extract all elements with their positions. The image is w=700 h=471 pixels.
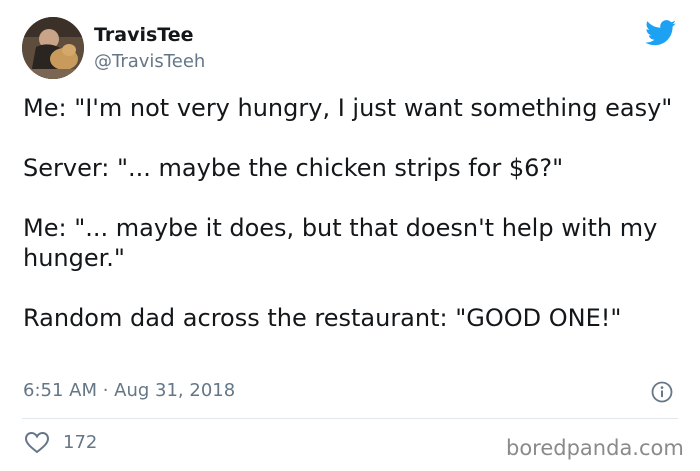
tweet-text: Me: "I'm not very hungry, I just want so… bbox=[23, 93, 683, 333]
tweet-paragraph: Server: "... maybe the chicken strips fo… bbox=[23, 154, 564, 182]
heart-outline-icon[interactable] bbox=[24, 431, 50, 454]
tweet-paragraph: Random dad across the restaurant: "GOOD … bbox=[23, 304, 622, 332]
watermark: boredpanda.com bbox=[506, 436, 684, 460]
tweet-timestamp[interactable]: 6:51 AM · Aug 31, 2018 bbox=[23, 380, 235, 401]
tweet-paragraph: Me: "I'm not very hungry, I just want so… bbox=[23, 94, 673, 122]
info-icon[interactable] bbox=[651, 381, 673, 403]
like-count: 172 bbox=[63, 432, 98, 453]
display-name[interactable]: TravisTee bbox=[94, 24, 193, 46]
twitter-bird-icon bbox=[645, 20, 677, 46]
user-handle[interactable]: @TravisTeeh bbox=[94, 51, 205, 72]
tweet-paragraph: Me: "... maybe it does, but that doesn't… bbox=[23, 214, 658, 272]
avatar[interactable] bbox=[22, 17, 84, 79]
divider bbox=[22, 418, 678, 419]
